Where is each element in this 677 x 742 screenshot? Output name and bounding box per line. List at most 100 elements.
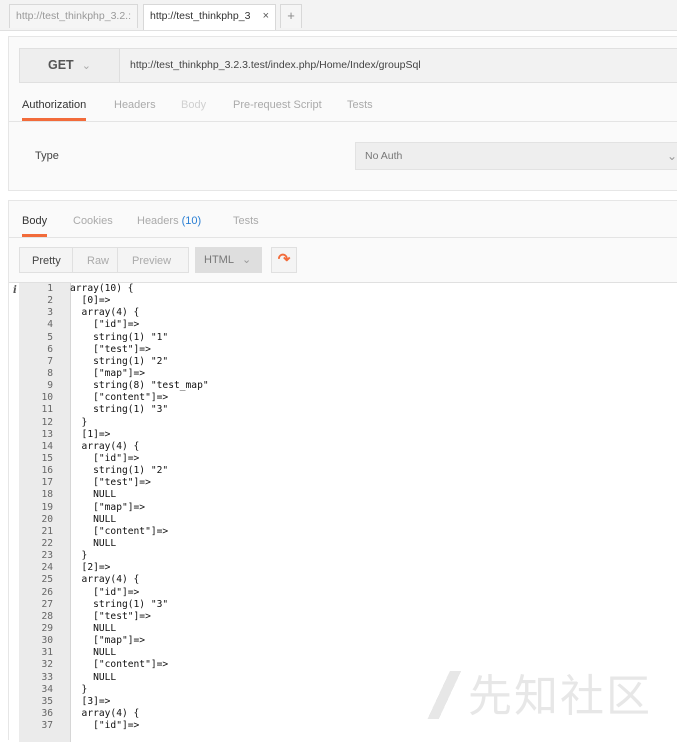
- line-number: 21: [41, 525, 53, 537]
- method-select[interactable]: GET ⌄: [20, 49, 120, 82]
- line-number: 19: [41, 501, 53, 513]
- code-text: ["id"]=>: [70, 720, 140, 732]
- code-text: [1]=>: [70, 428, 111, 440]
- line-number: 18: [41, 489, 53, 501]
- request-tab-active[interactable]: http://test_thinkphp_3 ×: [143, 4, 276, 30]
- watermark: 先知社区: [420, 660, 652, 724]
- line-number: 30: [41, 635, 53, 647]
- response-panel: Body Cookies Headers (10) Tests Pretty R…: [8, 200, 677, 742]
- line-number: 29: [41, 622, 53, 634]
- tab-response-cookies[interactable]: Cookies: [73, 209, 113, 237]
- tab-response-tests[interactable]: Tests: [233, 209, 259, 237]
- code-line: 17 ["test"]=>: [9, 477, 150, 489]
- line-number: 4: [47, 319, 53, 331]
- code-text: [2]=>: [70, 562, 111, 574]
- tab-pre-request-script[interactable]: Pre-request Script: [233, 89, 322, 121]
- code-line: 34 }: [9, 683, 87, 696]
- request-tab[interactable]: http://test_thinkphp_3.2.:: [9, 4, 138, 28]
- code-line: 13 [1]=>: [9, 429, 110, 441]
- auth-type-label: Type: [35, 150, 59, 162]
- code-text: string(1) "1": [70, 331, 169, 343]
- line-number: 35: [41, 695, 53, 707]
- preview-button[interactable]: Preview: [117, 247, 189, 273]
- code-line: 3 array(4) {: [9, 307, 139, 319]
- chevron-down-icon: ⌄: [666, 149, 677, 163]
- code-line: 18 NULL: [9, 489, 116, 501]
- code-line: 19 ["map"]=>: [9, 501, 145, 514]
- code-text: string(1) "2": [70, 465, 169, 477]
- code-text: ["test"]=>: [70, 477, 151, 489]
- tab-tests[interactable]: Tests: [347, 89, 373, 121]
- close-tab-icon[interactable]: ×: [263, 5, 269, 27]
- wrap-lines-button[interactable]: ↷: [271, 247, 297, 273]
- code-line: 15 ["id"]=>: [9, 453, 139, 465]
- code-line: 26 ["id"]=>: [9, 586, 139, 599]
- request-tab-label: http://test_thinkphp_3.2.:: [16, 10, 131, 22]
- line-number: 27: [41, 598, 53, 610]
- pretty-button[interactable]: Pretty: [19, 247, 73, 273]
- code-text: }: [70, 683, 88, 695]
- code-text: ["content"]=>: [70, 525, 169, 537]
- line-number: 12: [41, 416, 53, 428]
- chevron-down-icon: ⌄: [241, 254, 252, 266]
- auth-type-select[interactable]: No Auth ⌄: [355, 142, 677, 170]
- code-line: 35 [3]=>: [9, 695, 110, 708]
- line-number: 37: [41, 720, 53, 732]
- code-line: 14 array(4) {: [9, 440, 139, 453]
- line-number: 22: [41, 537, 53, 549]
- format-select[interactable]: HTML ⌄: [195, 247, 262, 273]
- code-text: ["content"]=>: [70, 392, 169, 404]
- code-line: 21 ["content"]=>: [9, 525, 168, 538]
- tab-authorization[interactable]: Authorization: [22, 89, 87, 121]
- code-line: 25 array(4) {: [9, 574, 139, 586]
- code-text: string(1) "3": [70, 404, 169, 416]
- code-line: 31 NULL: [9, 647, 116, 659]
- auth-type-value: No Auth: [365, 150, 403, 162]
- line-number: 14: [41, 440, 53, 452]
- method-label: GET: [48, 58, 74, 72]
- request-panel: GET ⌄ http://test_thinkphp_3.2.3.test/ind…: [8, 36, 677, 191]
- format-label: HTML: [204, 254, 234, 266]
- code-line: 12 }: [9, 416, 87, 429]
- code-text: ["content"]=>: [70, 659, 169, 671]
- code-text: }: [70, 550, 88, 562]
- line-number: 31: [41, 647, 53, 659]
- code-line: 16 string(1) "2": [9, 465, 168, 477]
- code-text: ["id"]=>: [70, 452, 140, 464]
- line-number: 26: [41, 586, 53, 598]
- line-number: 24: [41, 562, 53, 574]
- tab-response-headers[interactable]: Headers (10): [137, 209, 201, 237]
- code-line: 20 NULL: [9, 514, 116, 526]
- code-line: 7 string(1) "2": [9, 356, 168, 368]
- tab-response-body[interactable]: Body: [22, 209, 48, 237]
- code-text: string(8) "test_map": [70, 380, 209, 392]
- raw-button[interactable]: Raw: [72, 247, 118, 273]
- line-number: 33: [41, 671, 53, 683]
- request-url-bar: GET ⌄ http://test_thinkphp_3.2.3.test/ind…: [19, 48, 677, 83]
- tab-headers[interactable]: Headers: [114, 89, 156, 121]
- line-number: 36: [41, 707, 53, 719]
- line-number: 25: [41, 574, 53, 586]
- watermark-text: 先知社区: [468, 671, 652, 722]
- line-number: 1: [47, 283, 53, 294]
- new-tab-button[interactable]: +: [280, 4, 302, 28]
- tab-body[interactable]: Body: [181, 89, 206, 121]
- wrap-icon: ↷: [277, 251, 291, 268]
- code-text: NULL: [70, 537, 117, 549]
- code-line: 36 array(4) {: [9, 707, 139, 720]
- headers-count-badge: (10): [181, 215, 202, 227]
- code-line: 23 }: [9, 550, 87, 562]
- url-input[interactable]: http://test_thinkphp_3.2.3.test/index.ph…: [130, 49, 421, 82]
- line-number: 9: [47, 380, 53, 392]
- code-text: array(4) {: [70, 307, 140, 319]
- line-number: 34: [41, 683, 53, 695]
- code-text: NULL: [70, 671, 117, 683]
- request-tab-bar: http://test_thinkphp_3.2.: http://test_t…: [0, 0, 677, 31]
- code-text: [0]=>: [70, 295, 111, 307]
- code-line: 6 ["test"]=>: [9, 344, 151, 356]
- code-text: NULL: [70, 622, 117, 634]
- code-text: ["map"]=>: [70, 501, 146, 513]
- code-line: 2 [0]=>: [9, 295, 110, 307]
- code-text: [3]=>: [70, 695, 111, 707]
- line-number: 28: [41, 610, 53, 622]
